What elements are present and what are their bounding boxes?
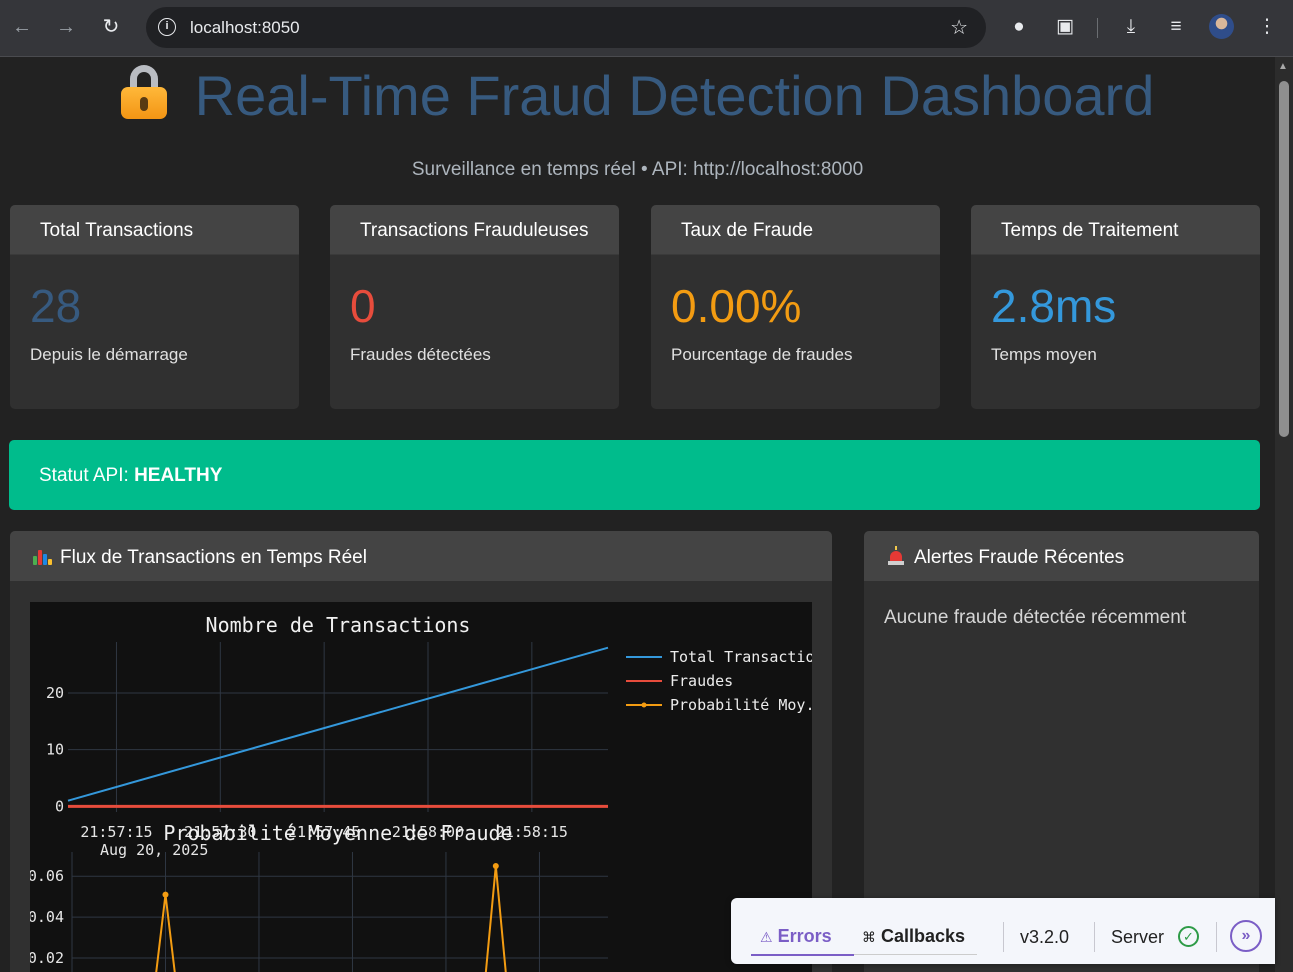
status-label: Statut API: [39,465,135,486]
errors-tab[interactable]: ⚠ Errors [760,926,832,947]
card-subtext: Pourcentage de fraudes [671,345,853,364]
forward-arrow-icon[interactable]: → [52,13,80,41]
card-header: Transactions Frauduleuses [330,205,619,255]
address-bar[interactable]: i localhost:8050 ☆ [146,7,986,48]
page-subtitle: Surveillance en temps réel • API: http:/… [411,159,864,180]
transaction-flow-panel: Flux de Transactions en Temps Réel 21:57… [10,531,832,972]
card-processing-time: Temps de Traitement 2.8ms Temps moyen [971,205,1260,409]
card-header: Temps de Traitement [971,205,1260,255]
panel-header: Flux de Transactions en Temps Réel [10,531,832,581]
card-subtext: Temps moyen [991,345,1097,364]
chart-title: Nombre de Transactions [206,613,471,637]
reload-icon[interactable]: ↻ [97,13,125,41]
page-scrollbar[interactable]: ▲ [1275,57,1293,972]
more-menu-icon[interactable]: ⋮ [1254,14,1280,40]
address-url[interactable]: localhost:8050 [190,18,300,38]
lock-icon [120,63,167,119]
series-line [67,646,609,802]
card-total-transactions: Total Transactions 28 Depuis le démarrag… [10,205,299,409]
callbacks-tab[interactable]: ⌘ Callbacks [862,926,965,947]
bar-chart-icon [32,546,52,566]
card-value: 0.00% [671,280,802,332]
card-value: 0 [350,280,376,332]
legend-marker [641,702,647,708]
downloads-icon[interactable]: ⤓ [1118,14,1144,40]
page-title-text: Real-Time Fraud Detection Dashboard [194,64,1155,127]
chart-title: Probabilité Moyenne de Fraude [163,821,512,845]
card-fraud-rate: Taux de Fraude 0.00% Pourcentage de frau… [651,205,940,409]
x-tick-label: 21:57:15 [80,823,152,841]
panel-title: Flux de Transactions en Temps Réel [60,547,367,568]
server-label: Server [1111,927,1165,947]
browser-toolbar: ← → ↻ i localhost:8050 ☆ ● ▣ ⤓ ≡ ⋮ [0,0,1293,57]
series-line [155,865,507,972]
y-tick-label: 0.04 [30,908,64,926]
y-tick-label: 10 [46,741,64,759]
scrollbar-thumb[interactable] [1279,81,1289,437]
card-subtext: Fraudes détectées [350,345,491,364]
status-value: HEALTHY [134,465,223,486]
page-title: Real-Time Fraud Detection Dashboard [0,63,1275,128]
series-point [162,891,169,898]
tab-underline [751,954,854,956]
card-subtext: Depuis le démarrage [30,345,188,364]
dash-version: v3.2.0 [1020,927,1070,947]
bookmark-star-icon[interactable]: ☆ [950,15,968,40]
card-fraud-transactions: Transactions Frauduleuses 0 Fraudes déte… [330,205,619,409]
legend-entry: Total Transactions [670,648,812,666]
media-queue-icon[interactable]: ≡ [1163,14,1189,40]
panel-title: Alertes Fraude Récentes [914,547,1125,568]
menu-divider [1094,922,1095,952]
card-value: 2.8ms [991,280,1117,332]
scroll-up-icon[interactable]: ▲ [1278,61,1288,72]
panel-header: Alertes Fraude Récentes [864,531,1259,581]
empty-alerts-message: Aucune fraude détectée récemment [884,607,1187,628]
callbacks-icon: ⌘ [862,929,876,945]
y-tick-label: 20 [46,684,64,702]
site-info-icon[interactable]: i [158,18,176,36]
warning-icon: ⚠ [760,929,773,945]
menu-divider [1003,922,1004,952]
card-header: Taux de Fraude [651,205,940,255]
y-tick-label: 0.02 [30,949,64,967]
tab-underline-inactive [854,954,977,955]
y-tick-label: 0.06 [30,867,64,885]
chart-canvas[interactable]: 21:57:15 21:57:30 21:57:45 21:58:00 21:58:15… [28,602,832,972]
siren-icon [886,546,906,566]
dash-debug-menu: ⚠ Errors ⌘ Callbacks v3.2.0 Server ✓ » [731,898,1275,964]
transactions-chart[interactable]: 21:57:15 21:57:30 21:57:45 21:58:00 21:58:15… [28,602,832,972]
extensions-puzzle-icon[interactable]: ▣ [1052,14,1078,40]
legend-entry: Fraudes [670,672,733,690]
extension-icon[interactable]: ● [1006,14,1032,40]
back-arrow-icon[interactable]: ← [8,13,36,41]
api-status-banner: Statut API: HEALTHY [9,440,1260,510]
series-point [492,863,499,869]
toolbar-divider [1097,18,1098,38]
callbacks-label: Callbacks [881,926,966,946]
collapse-menu-icon[interactable]: » [1230,920,1262,952]
errors-label: Errors [777,926,832,946]
card-header: Total Transactions [10,205,299,255]
y-tick-label: 0 [55,797,64,815]
menu-divider [1216,922,1217,952]
legend-entry: Probabilité Moy. [670,696,812,714]
card-value: 28 [30,280,82,332]
server-ok-icon: ✓ [1178,926,1199,947]
profile-avatar[interactable] [1209,14,1234,39]
dashboard-page: Real-Time Fraud Detection Dashboard Surv… [0,57,1275,972]
